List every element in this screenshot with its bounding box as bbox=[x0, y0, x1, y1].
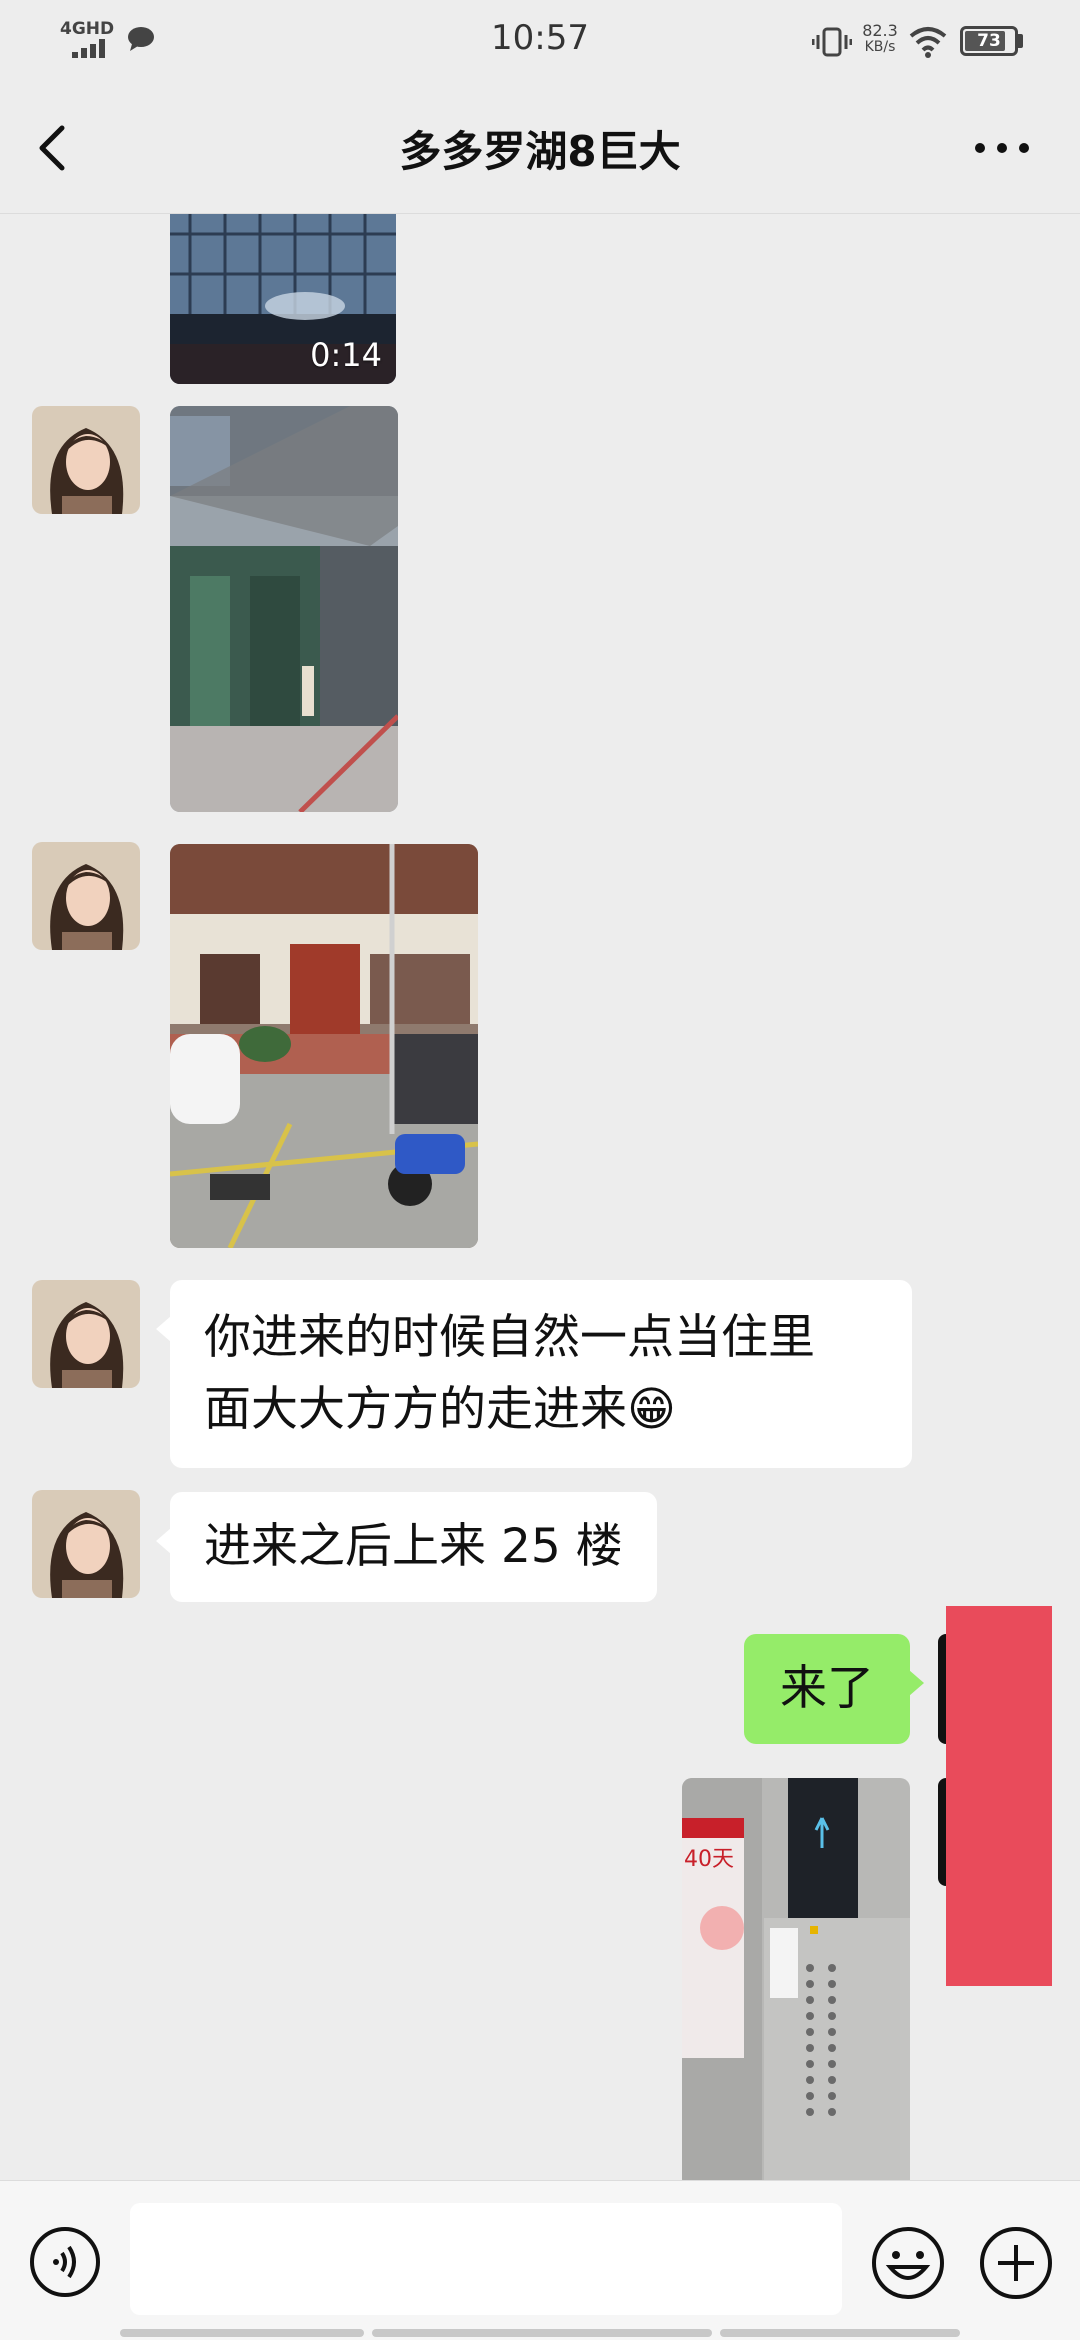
avatar-photo bbox=[32, 842, 140, 950]
redaction-overlay bbox=[946, 1606, 1052, 1986]
avatar[interactable] bbox=[32, 1280, 140, 1388]
vibrate-icon bbox=[812, 27, 852, 57]
battery-icon: 73 bbox=[960, 26, 1018, 56]
battery-cap bbox=[1018, 34, 1023, 48]
building-entrance-photo bbox=[170, 406, 398, 812]
chevron-left-icon[interactable] bbox=[28, 116, 78, 180]
chat-header: 多多罗湖8巨大 bbox=[0, 82, 1080, 214]
avatar[interactable] bbox=[32, 406, 140, 514]
message-text: 进来之后上来 25 楼 bbox=[204, 1519, 623, 1574]
voice-icon[interactable] bbox=[28, 2225, 102, 2299]
home-indicator bbox=[120, 2329, 364, 2337]
elevator-interior-photo: 40天 bbox=[682, 1778, 910, 2180]
avatar-photo bbox=[32, 406, 140, 514]
avatar-photo bbox=[32, 1280, 140, 1388]
message-line: 面大大方方的走进来😁 bbox=[204, 1382, 676, 1437]
svg-text:40天: 40天 bbox=[684, 1847, 734, 1872]
input-bar bbox=[0, 2180, 1080, 2340]
image-message[interactable] bbox=[170, 844, 478, 1248]
net-speed-value: 82.3 bbox=[862, 21, 898, 40]
avatar[interactable] bbox=[32, 842, 140, 950]
home-indicator bbox=[720, 2329, 960, 2337]
plus-icon[interactable] bbox=[978, 2225, 1054, 2301]
net-speed-unit: KB/s bbox=[864, 39, 896, 55]
image-message-outgoing[interactable]: 40天 bbox=[682, 1778, 910, 2180]
video-message[interactable]: 0:14 bbox=[170, 214, 396, 384]
message-list[interactable]: 0:14 你进来的时候自然一点当住里 面大大方方的走进来😁 进来之后上来 25 … bbox=[0, 214, 1080, 2180]
video-duration: 0:14 bbox=[310, 336, 382, 374]
battery-level: 73 bbox=[977, 31, 1001, 51]
status-bar: 4GHD 10:57 82.3 KB/s 73 bbox=[0, 0, 1080, 82]
avatar-photo bbox=[32, 1490, 140, 1598]
lobby-storefront-photo bbox=[170, 844, 478, 1248]
text-message[interactable]: 你进来的时候自然一点当住里 面大大方方的走进来😁 bbox=[156, 1280, 912, 1468]
text-message[interactable]: 进来之后上来 25 楼 bbox=[156, 1492, 657, 1602]
emoji-icon[interactable] bbox=[870, 2225, 946, 2301]
net-speed: 82.3 KB/s bbox=[858, 22, 902, 56]
message-text: 来了 bbox=[780, 1661, 874, 1716]
wifi-icon bbox=[909, 27, 947, 58]
message-line: 你进来的时候自然一点当住里 bbox=[204, 1310, 815, 1365]
message-input[interactable] bbox=[130, 2203, 842, 2315]
image-message[interactable] bbox=[170, 406, 398, 812]
chat-title: 多多罗湖8巨大 bbox=[399, 127, 681, 176]
text-message-outgoing[interactable]: 来了 bbox=[744, 1634, 924, 1744]
avatar[interactable] bbox=[32, 1490, 140, 1598]
home-indicator bbox=[372, 2329, 712, 2337]
more-dots-icon[interactable] bbox=[970, 128, 1034, 168]
